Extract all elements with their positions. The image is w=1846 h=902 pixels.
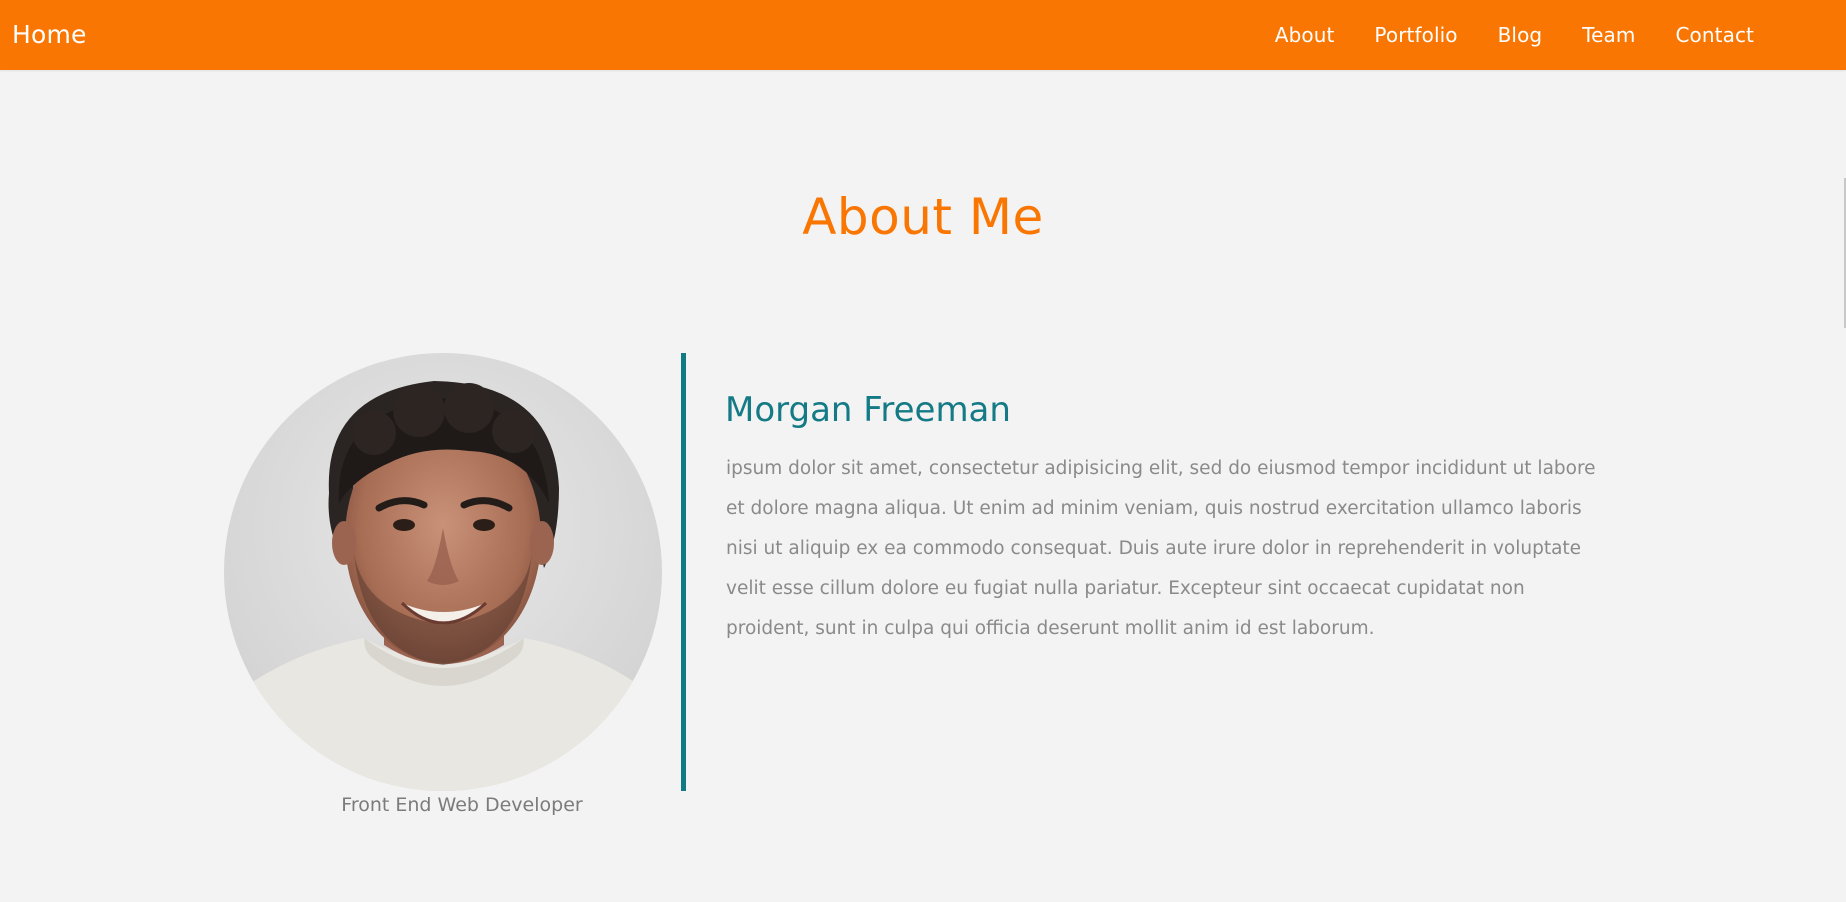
section-title: About Me xyxy=(802,188,1044,246)
profile-photo xyxy=(224,353,662,791)
profile-bio: ipsum dolor sit amet, consectetur adipis… xyxy=(726,458,1596,639)
nav-link-contact[interactable]: Contact xyxy=(1655,0,1774,70)
nav-link-team[interactable]: Team xyxy=(1562,0,1655,70)
vertical-divider xyxy=(681,353,686,791)
home-link[interactable]: Home xyxy=(12,0,87,70)
nav-links: About Portfolio Blog Team Contact xyxy=(1255,0,1774,70)
profile-name: Morgan Freeman xyxy=(725,390,1011,430)
nav-link-blog[interactable]: Blog xyxy=(1478,0,1563,70)
nav-link-portfolio[interactable]: Portfolio xyxy=(1354,0,1477,70)
nav-link-about[interactable]: About xyxy=(1255,0,1355,70)
profile-role: Front End Web Developer xyxy=(341,794,583,816)
top-navbar: Home About Portfolio Blog Team Contact xyxy=(0,0,1846,70)
